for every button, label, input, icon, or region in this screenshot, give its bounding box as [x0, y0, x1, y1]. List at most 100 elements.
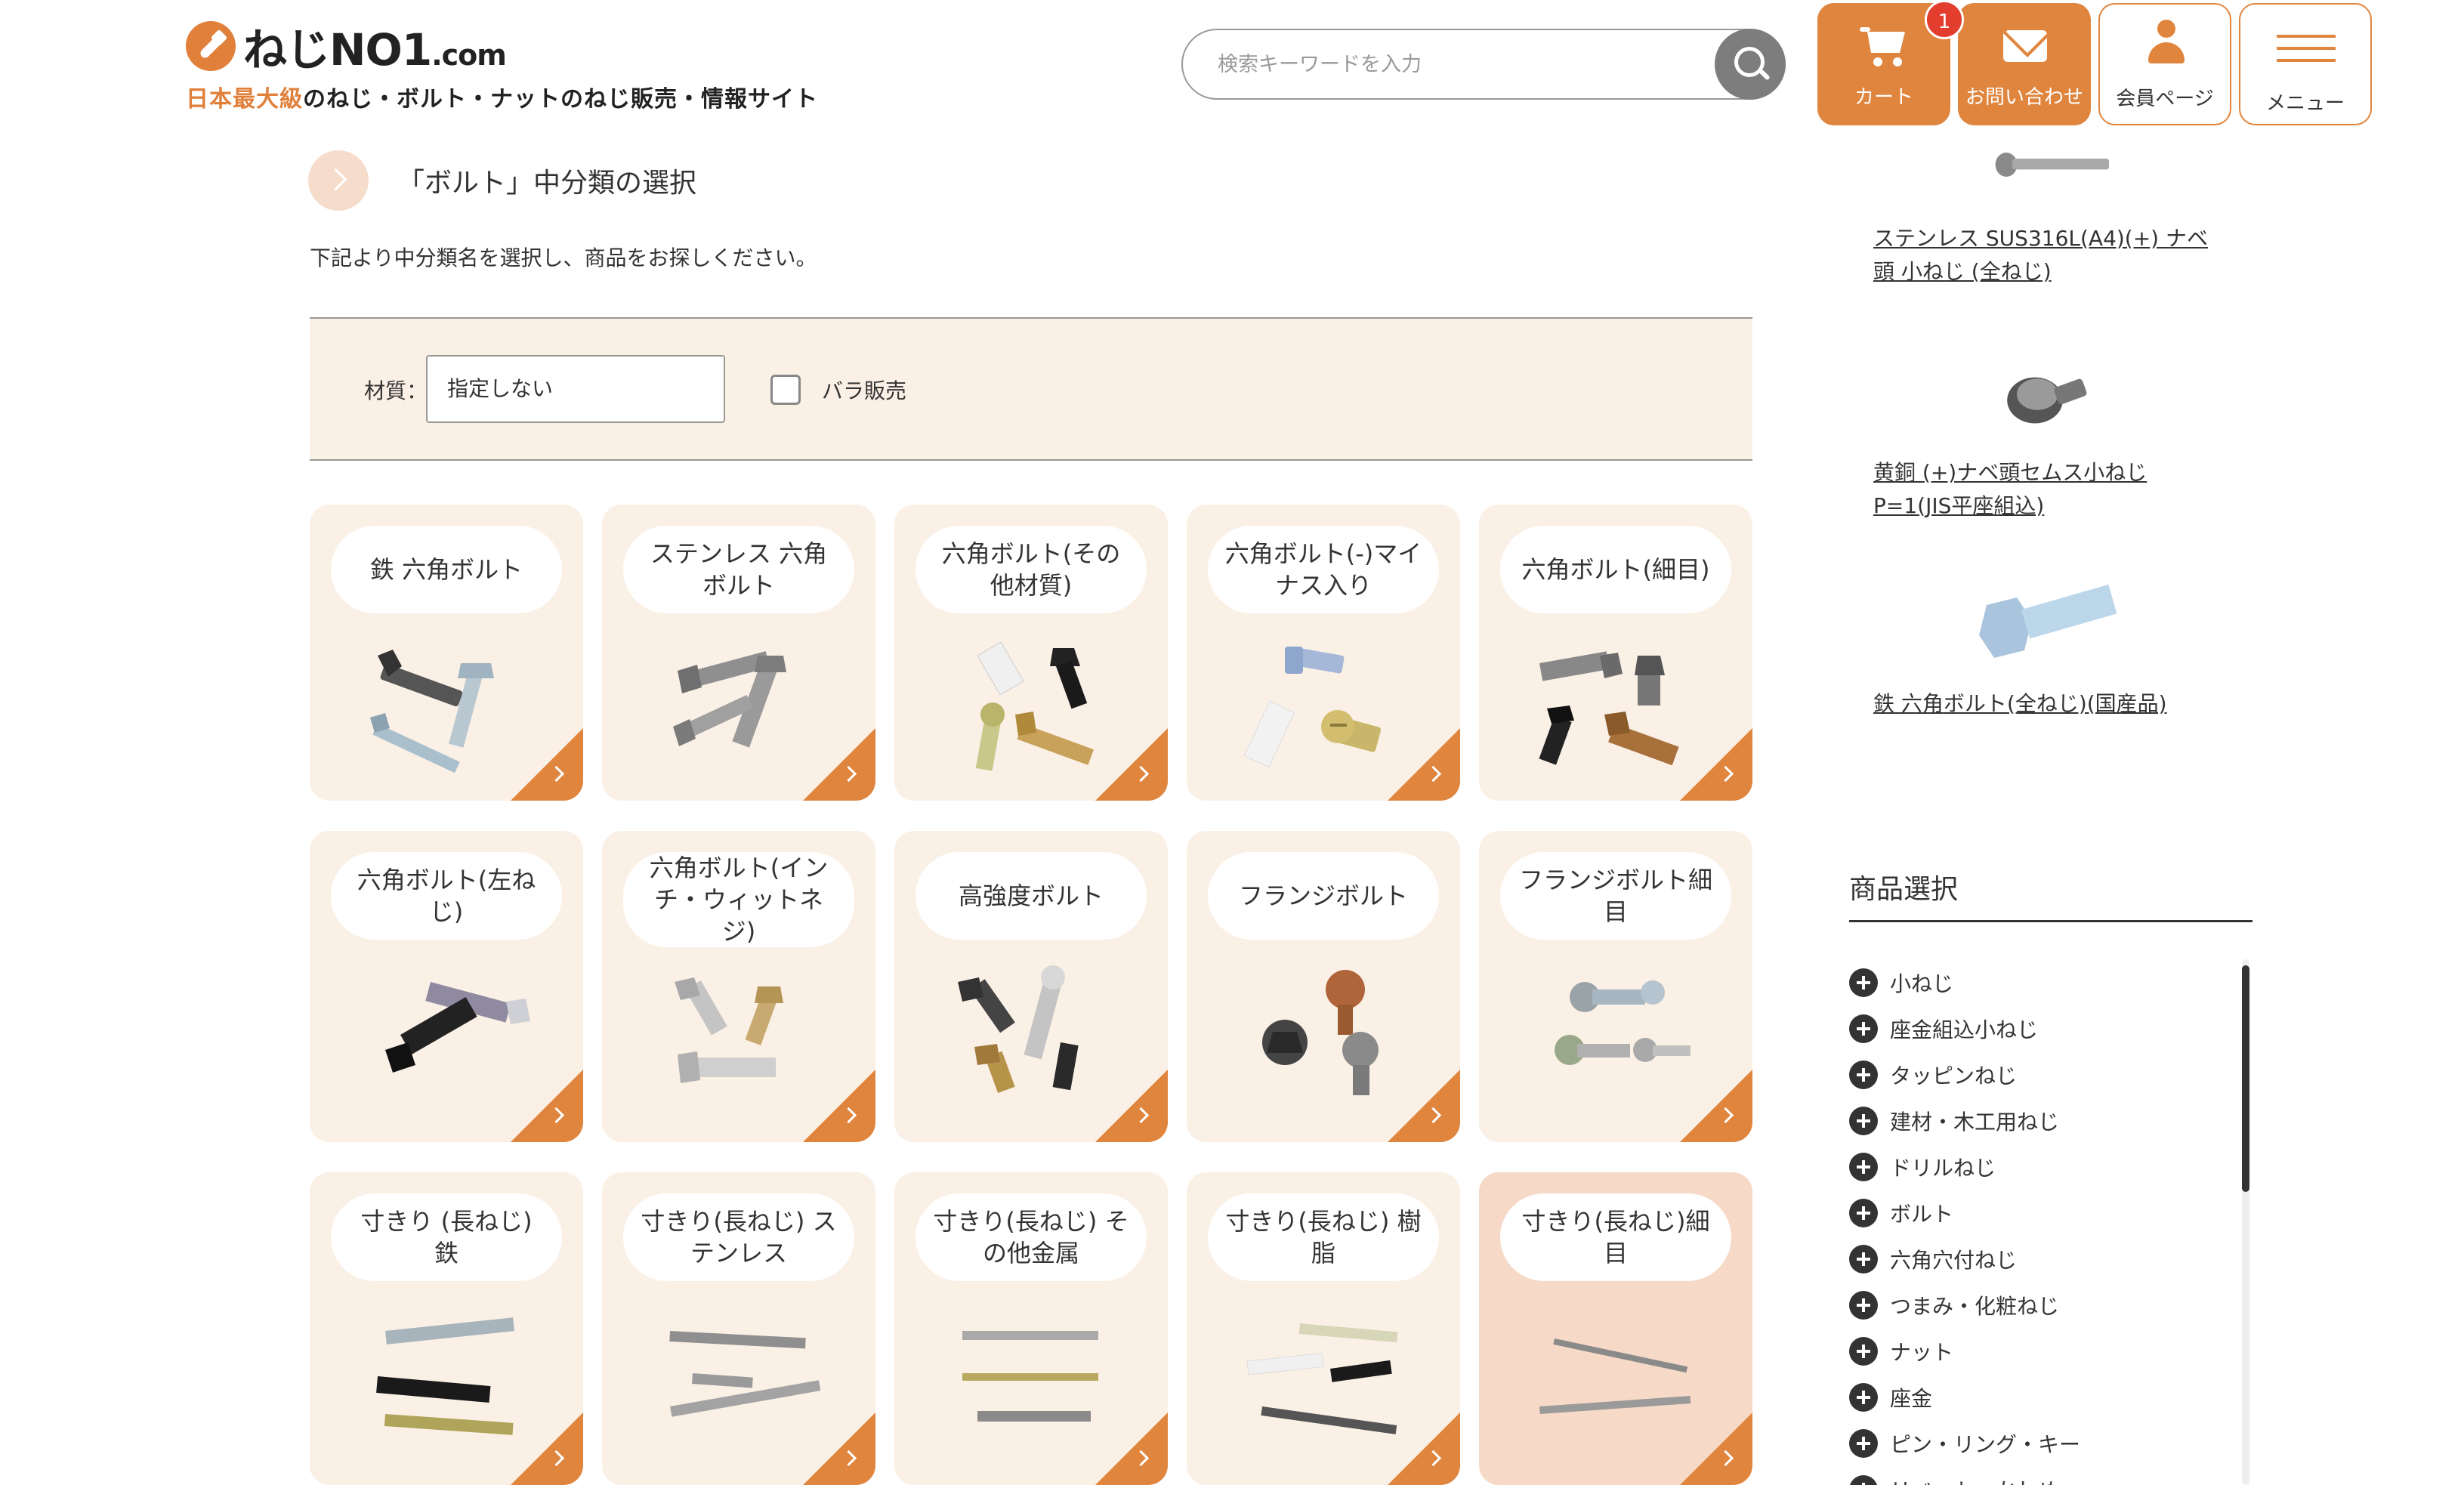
category-item[interactable]: 座金: [1849, 1374, 2227, 1420]
category-name: ステンレス 六角ボルト: [623, 526, 854, 613]
sems-screw-image: [2007, 377, 2087, 424]
category-name: 寸きり(長ねじ) 樹脂: [1208, 1193, 1439, 1281]
category-card[interactable]: 寸きり (長ねじ) 鉄: [310, 1172, 583, 1485]
category-item[interactable]: ボルト: [1849, 1190, 2227, 1236]
category-card[interactable]: 寸きり(長ねじ) ステンレス: [602, 1172, 875, 1485]
side-product-link[interactable]: ステンレス SUS316L(A4)(+) ナベ頭 小ねじ (全ねじ): [1873, 222, 2228, 289]
high-strength-bolt-image: [958, 965, 1079, 1093]
flange-bolt-fine-image: [1555, 980, 1691, 1065]
category-name: 六角ボルト(左ねじ): [331, 852, 562, 940]
hex-bolt-iron-image: [370, 650, 494, 773]
category-card[interactable]: 六角ボルト(インチ・ウィットネジ): [602, 831, 875, 1142]
screw-logo-icon: [186, 21, 236, 71]
category-name: 寸きり(長ねじ) ステンレス: [623, 1193, 854, 1281]
user-icon: [2147, 20, 2186, 66]
category-item[interactable]: 小ねじ: [1849, 959, 2227, 1005]
plus-circle-icon[interactable]: [1849, 968, 1878, 997]
category-name: 六角ボルト(その他材質): [916, 526, 1147, 613]
pan-head-screw-image: [1995, 153, 2109, 177]
plus-circle-icon[interactable]: [1849, 1428, 1878, 1458]
plus-circle-icon[interactable]: [1849, 1152, 1878, 1181]
category-card[interactable]: 寸きり(長ねじ)細目: [1479, 1172, 1752, 1485]
category-card[interactable]: 鉄 六角ボルト: [310, 505, 583, 801]
menu-button[interactable]: メニュー: [2239, 3, 2372, 125]
site-tagline: 日本最大級のねじ・ボルト・ナットのねじ販売・情報サイト: [186, 80, 818, 113]
threaded-rod-other-metal-image: [962, 1331, 1098, 1422]
category-card[interactable]: 寸きり(長ねじ) 樹脂: [1187, 1172, 1460, 1485]
category-card[interactable]: 六角ボルト(細目): [1479, 505, 1752, 801]
heading-divider: [1849, 920, 2252, 922]
member-page-button[interactable]: 会員ページ: [2098, 3, 2231, 125]
bara-sale-label[interactable]: バラ販売: [822, 375, 906, 405]
mail-icon: [2003, 30, 2047, 62]
scrollbar-thumb[interactable]: [2242, 965, 2249, 1192]
plus-circle-icon[interactable]: [1849, 1244, 1878, 1274]
category-card[interactable]: 寸きり(長ねじ) その他金属: [894, 1172, 1168, 1485]
threaded-rod-fine-image: [1539, 1338, 1691, 1414]
chevron-right-icon: [308, 150, 369, 211]
category-card[interactable]: ステンレス 六角ボルト: [602, 505, 875, 801]
contact-label: お問い合わせ: [1965, 86, 2083, 109]
category-item[interactable]: リベット・かしめ: [1849, 1466, 2227, 1485]
threaded-rod-stainless-image: [669, 1330, 821, 1417]
plus-circle-icon[interactable]: [1849, 1014, 1878, 1043]
search-button[interactable]: [1715, 29, 1786, 100]
side-product-card[interactable]: ステンレス SUS316L(A4)(+) ナベ頭 小ねじ (全ねじ): [1873, 140, 2228, 289]
plus-circle-icon[interactable]: [1849, 1474, 1878, 1485]
category-name: 高強度ボルト: [916, 852, 1147, 940]
category-card[interactable]: フランジボルト細目: [1479, 831, 1752, 1142]
plus-circle-icon[interactable]: [1849, 1382, 1878, 1412]
material-label: 材質：: [364, 378, 428, 403]
search-box: [1181, 29, 1786, 100]
tagline-rest: のねじ・ボルト・ナットのねじ販売・情報サイト: [303, 86, 818, 113]
hex-bolt-left-hand-image: [385, 982, 530, 1073]
plus-circle-icon[interactable]: [1849, 1336, 1878, 1366]
category-card[interactable]: 六角ボルト(左ねじ): [310, 831, 583, 1142]
plus-circle-icon[interactable]: [1849, 1198, 1878, 1227]
category-name: 六角ボルト(-)マイナス入り: [1208, 526, 1439, 613]
hex-bolt-stainless-image: [673, 651, 786, 748]
site-logo[interactable]: ねじNO1.com: [186, 20, 507, 76]
hex-bolt-full-thread-image: [1979, 584, 2117, 658]
plus-circle-icon[interactable]: [1849, 1060, 1878, 1089]
hex-bolt-slotted-image: [1243, 647, 1382, 768]
category-item[interactable]: つまみ・化粧ねじ: [1849, 1282, 2227, 1328]
category-name: 寸きり(長ねじ)細目: [1500, 1193, 1731, 1281]
category-card[interactable]: 六角ボルト(その他材質): [894, 505, 1168, 801]
category-list-scrollbar[interactable]: [2242, 959, 2249, 1485]
category-item[interactable]: 座金組込小ねじ: [1849, 1005, 2227, 1051]
hex-bolt-fine-thread-image: [1539, 651, 1679, 766]
contact-button[interactable]: お問い合わせ: [1958, 3, 2091, 125]
side-product-card[interactable]: 鉄 六角ボルト(全ねじ)(国産品): [1873, 579, 2228, 721]
category-name: フランジボルト: [1208, 852, 1439, 940]
category-item[interactable]: ピン・リング・キー: [1849, 1420, 2227, 1466]
category-card[interactable]: 六角ボルト(-)マイナス入り: [1187, 505, 1460, 801]
side-product-link[interactable]: 黄銅 (+)ナベ頭セムス小ねじ P=1(JIS平座組込): [1873, 456, 2228, 523]
search-input[interactable]: [1218, 47, 1701, 82]
filter-panel: 材質： 指定しない バラ販売: [310, 317, 1752, 461]
cart-count-badge: 1: [1925, 0, 1964, 39]
hex-bolt-other-material-image: [975, 641, 1094, 771]
category-name: 鉄 六角ボルト: [331, 526, 562, 613]
cart-label: カート: [1854, 86, 1913, 109]
bara-sale-checkbox[interactable]: [770, 375, 801, 405]
category-item[interactable]: 六角穴付ねじ: [1849, 1236, 2227, 1282]
category-name: 六角ボルト(インチ・ウィットネジ): [623, 852, 854, 947]
category-card[interactable]: 高強度ボルト: [894, 831, 1168, 1142]
plus-circle-icon[interactable]: [1849, 1290, 1878, 1320]
intro-text: 下記より中分類名を選択し、商品をお探しください。: [310, 245, 817, 270]
category-card[interactable]: フランジボルト: [1187, 831, 1460, 1142]
side-product-link[interactable]: 鉄 六角ボルト(全ねじ)(国産品): [1873, 687, 2228, 721]
side-product-card[interactable]: 黄銅 (+)ナベ頭セムス小ねじ P=1(JIS平座組込): [1873, 355, 2228, 523]
flange-bolt-image: [1262, 970, 1379, 1095]
plus-circle-icon[interactable]: [1849, 1106, 1878, 1135]
category-item[interactable]: 建材・木工用ねじ: [1849, 1098, 2227, 1144]
hamburger-icon: [2277, 35, 2336, 63]
product-category-list: 小ねじ 座金組込小ねじ タッピンねじ 建材・木工用ねじ ドリルねじ ボルト 六角…: [1849, 959, 2227, 1485]
category-name: 寸きり (長ねじ) 鉄: [331, 1193, 562, 1281]
category-item[interactable]: タッピンねじ: [1849, 1051, 2227, 1098]
category-item[interactable]: ナット: [1849, 1328, 2227, 1374]
material-select[interactable]: 指定しない: [426, 355, 725, 423]
category-name: 寸きり(長ねじ) その他金属: [916, 1193, 1147, 1281]
category-item[interactable]: ドリルねじ: [1849, 1144, 2227, 1190]
